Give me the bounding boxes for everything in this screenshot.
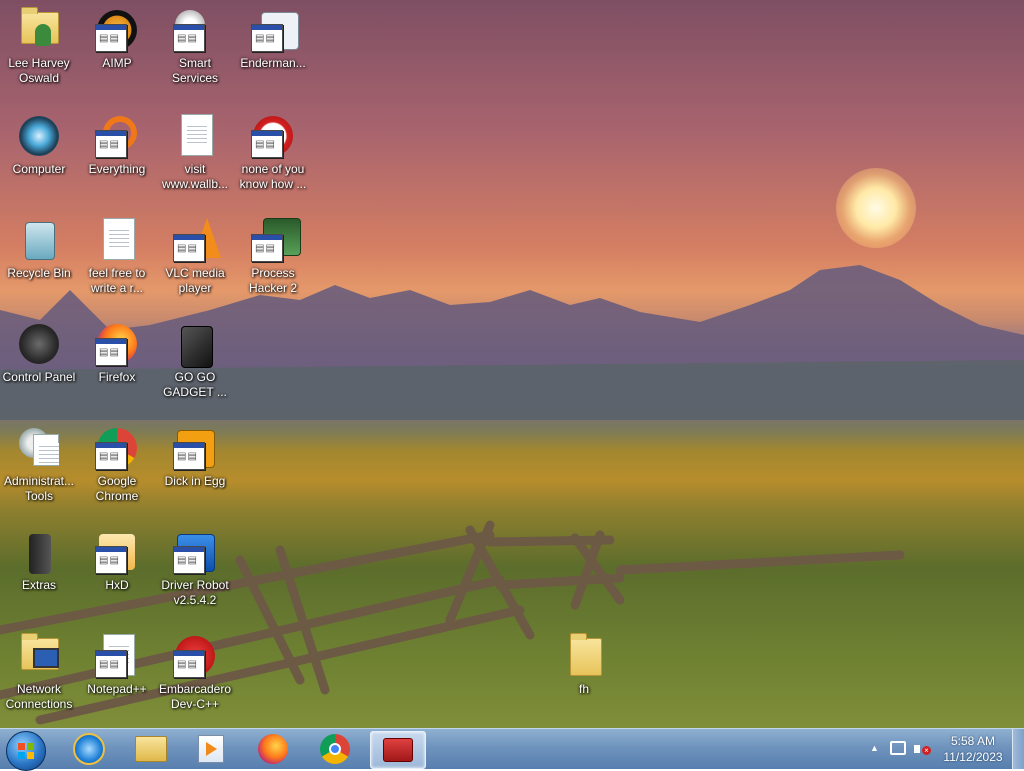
desktop-icon-go-go-gadget[interactable]: GO GO GADGET ... — [156, 320, 234, 400]
desktop-icon-recycle-bin[interactable]: Recycle Bin — [0, 216, 78, 281]
desktop-icon-aimp[interactable]: AIMP — [78, 6, 156, 71]
show-desktop-button[interactable] — [1012, 729, 1024, 769]
window-app-icon — [249, 6, 299, 54]
everything-search-icon — [93, 112, 141, 160]
desktop-icon-dick-in-egg[interactable]: Dick in Egg — [156, 424, 234, 489]
desktop-icon-control-panel[interactable]: Control Panel — [0, 320, 78, 385]
desktop-icon-fh-folder[interactable]: fh — [545, 632, 623, 697]
aimp-icon — [93, 6, 141, 54]
taskbar-file-explorer[interactable] — [124, 731, 178, 767]
desktop-icon-lee-harvey-oswald[interactable]: Lee Harvey Oswald — [0, 6, 78, 86]
internet-explorer-icon — [73, 733, 105, 765]
taskbar-internet-explorer[interactable] — [62, 731, 116, 767]
start-button[interactable] — [6, 731, 46, 771]
desktop-icon-smart-services[interactable]: Smart Services — [156, 6, 234, 86]
desktop-icon-firefox[interactable]: Firefox — [78, 320, 156, 385]
notepad-plus-plus-icon — [93, 632, 141, 680]
admin-tools-icon — [15, 424, 63, 472]
desktop-icon-everything[interactable]: Everything — [78, 112, 156, 177]
desktop-icon-hxd[interactable]: HxD — [78, 528, 156, 593]
desktop-icon-google-chrome[interactable]: Google Chrome — [78, 424, 156, 504]
firefox-icon — [93, 320, 141, 368]
taskbar-toolbox-app[interactable] — [370, 731, 426, 769]
desktop-icon-extras[interactable]: Extras — [0, 528, 78, 593]
vlc-icon — [171, 216, 221, 264]
desktop-icon-vlc-media-player[interactable]: VLC media player — [156, 216, 234, 296]
taskbar-media-player[interactable] — [184, 731, 238, 767]
clock-time: 5:58 AM — [950, 734, 996, 748]
sun — [836, 168, 916, 248]
firefox-icon — [258, 734, 288, 764]
desktop-icon-network-connections[interactable]: Network Connections — [0, 632, 78, 712]
network-connections-icon — [15, 632, 63, 680]
desktop-icon-process-hacker-2[interactable]: Process Hacker 2 — [234, 216, 312, 296]
windows-flag-icon — [18, 743, 34, 759]
tray-overflow-arrow[interactable]: ▲ — [870, 743, 879, 753]
process-hacker-icon — [249, 216, 301, 264]
gadget-icon — [171, 320, 219, 368]
control-panel-icon — [15, 320, 63, 368]
desktop-icon-visit-wallbase[interactable]: visit www.wallb... — [156, 112, 234, 192]
computer-icon — [15, 112, 63, 160]
driver-robot-icon — [171, 528, 219, 576]
user-folder-icon — [15, 6, 63, 54]
media-player-icon — [198, 735, 224, 763]
taskbar-firefox[interactable] — [246, 731, 300, 767]
dev-cpp-icon — [171, 632, 219, 680]
network-status-icon[interactable] — [890, 741, 906, 755]
dick-in-egg-icon — [171, 424, 219, 472]
system-clock[interactable]: 5:58 AM 11/12/2023 — [940, 733, 1006, 765]
folder-icon — [135, 736, 167, 762]
desktop-icon-driver-robot[interactable]: Driver Robot v2.5.4.2 — [156, 528, 234, 608]
chrome-icon — [320, 734, 350, 764]
taskbar-google-chrome[interactable] — [308, 731, 362, 767]
recycle-bin-icon — [15, 216, 63, 264]
desktop-icon-embarcadero-dev-cpp[interactable]: Embarcadero Dev-C++ — [156, 632, 234, 712]
desktop[interactable]: Lee Harvey Oswald Computer Recycle Bin C… — [0, 0, 1024, 728]
desktop-icon-computer[interactable]: Computer — [0, 112, 78, 177]
extras-icon — [15, 528, 63, 576]
desktop-icon-administrative-tools[interactable]: Administrat... Tools — [0, 424, 78, 504]
red-circle-app-icon — [249, 112, 297, 160]
desktop-icon-feel-free-to-write[interactable]: feel free to write a r... — [78, 216, 156, 296]
hxd-icon — [93, 528, 141, 576]
taskbar: ▲ × 5:58 AM 11/12/2023 — [0, 728, 1024, 771]
clock-date: 11/12/2023 — [943, 750, 1003, 764]
text-document-icon — [171, 112, 219, 160]
text-document-icon — [93, 216, 141, 264]
chrome-icon — [93, 424, 141, 472]
smart-services-icon — [171, 6, 219, 54]
volume-muted-icon[interactable]: × — [914, 740, 932, 758]
desktop-icon-notepad-plus-plus[interactable]: Notepad++ — [78, 632, 156, 697]
desktop-icon-enderman[interactable]: Enderman... — [234, 6, 312, 71]
folder-icon — [560, 632, 608, 680]
toolbox-icon — [383, 738, 413, 762]
desktop-icon-none-of-you-know-how[interactable]: none of you know how ... — [234, 112, 312, 192]
